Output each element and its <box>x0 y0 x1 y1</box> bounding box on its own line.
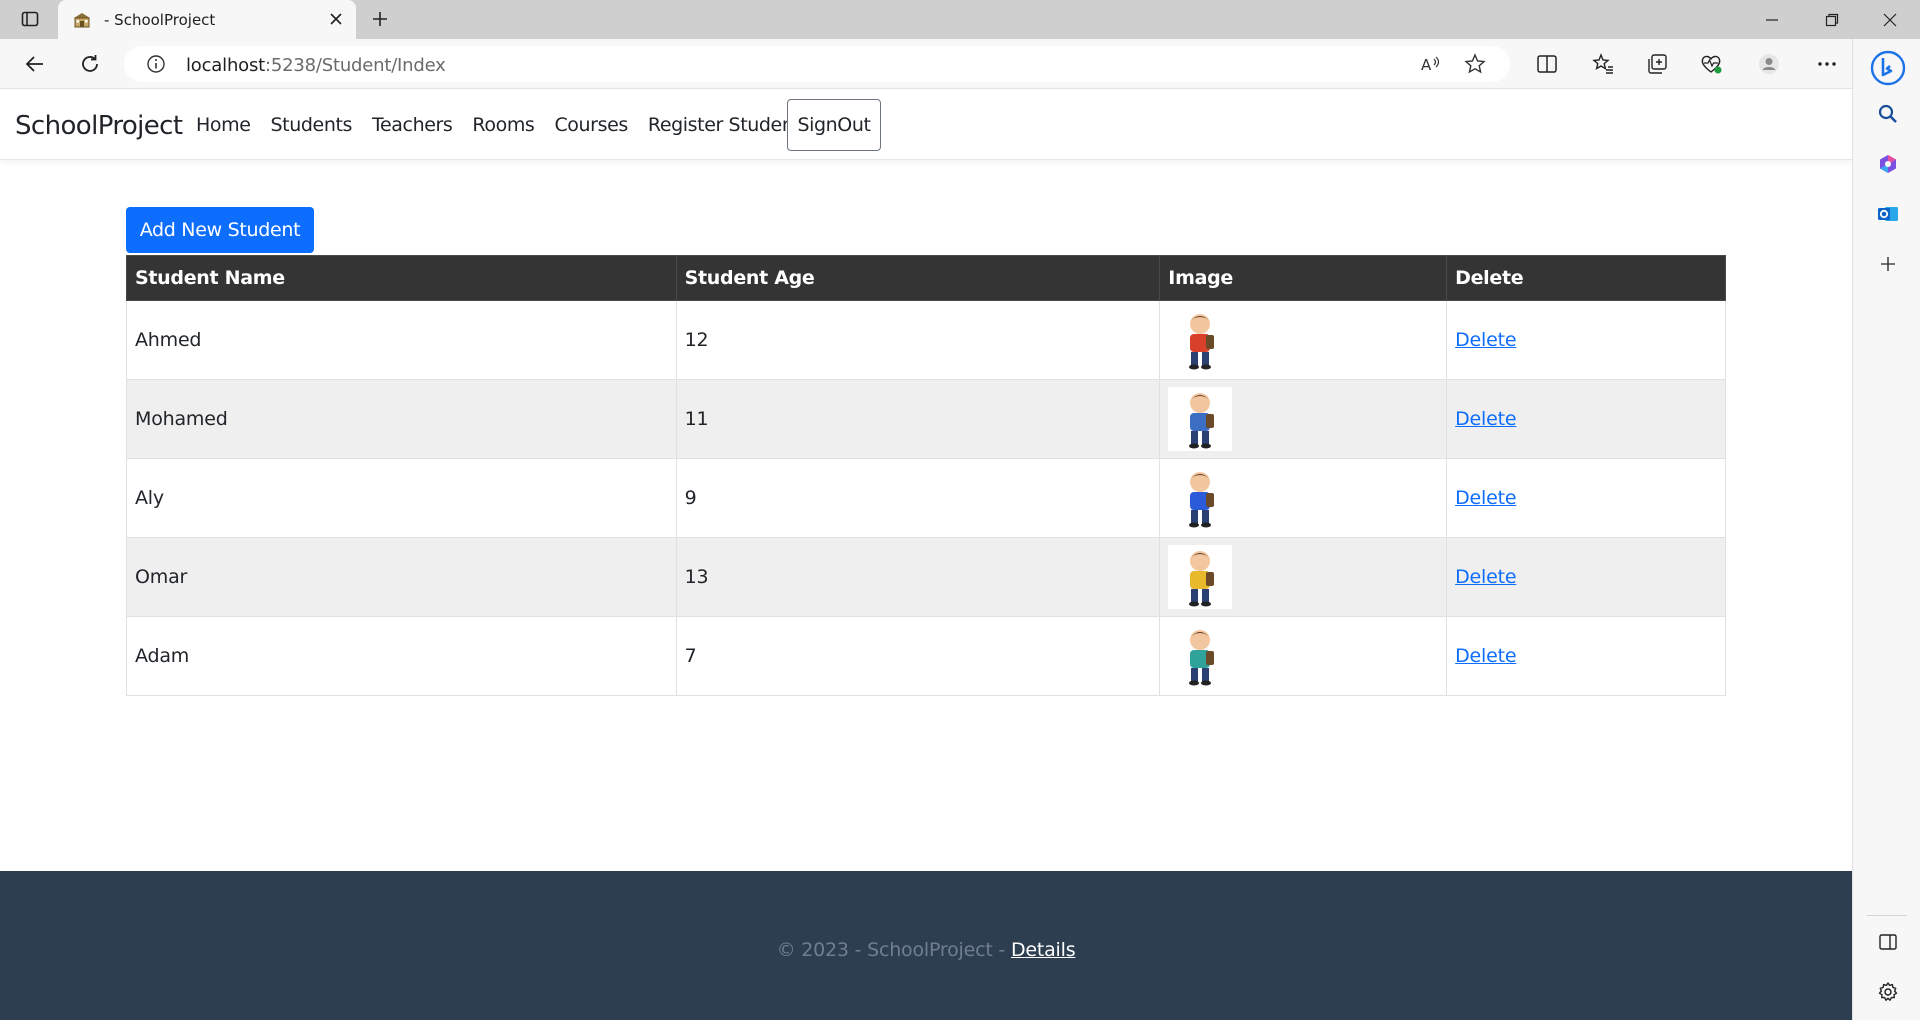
profile-avatar-icon[interactable] <box>1756 51 1782 77</box>
new-tab-icon[interactable] <box>368 7 392 31</box>
student-image-cell <box>1159 537 1448 617</box>
table-header-row: Student Name Student Age Image Delete <box>126 255 1726 301</box>
students-table: Student Name Student Age Image Delete Ah… <box>126 255 1726 696</box>
delete-cell: Delete <box>1446 537 1726 617</box>
student-image-cell <box>1159 300 1448 380</box>
browser-address-bar: localhost:5238/Student/Index A <box>0 39 1920 89</box>
nav-link-home[interactable]: Home <box>196 114 251 136</box>
table-row: Ahmed 12 Delete <box>126 300 1726 380</box>
close-tab-icon[interactable] <box>326 9 346 29</box>
student-avatar-image <box>1168 308 1233 372</box>
student-name-cell: Aly <box>126 458 677 538</box>
minimize-icon[interactable] <box>1744 0 1800 39</box>
site-navbar: SchoolProject Home Students Teachers Roo… <box>0 89 1852 160</box>
student-age-cell: 13 <box>675 537 1161 617</box>
student-avatar-image <box>1168 545 1233 609</box>
sidebar-divider <box>1867 915 1907 916</box>
student-image-cell <box>1159 616 1448 696</box>
browser-essentials-icon[interactable] <box>1698 51 1724 77</box>
table-row: Omar 13 Delete <box>126 537 1726 617</box>
student-age-cell: 9 <box>675 458 1161 538</box>
nav-links: Home Students Teachers Rooms Courses Reg… <box>196 114 821 136</box>
column-header-delete: Delete <box>1446 255 1726 301</box>
nav-link-courses[interactable]: Courses <box>554 114 628 136</box>
signout-button[interactable]: SignOut <box>787 99 881 151</box>
search-icon[interactable] <box>1875 101 1901 127</box>
browser-tab-bar: - SchoolProject <box>0 0 1920 39</box>
student-age-cell: 12 <box>675 300 1161 380</box>
browser-tab[interactable]: - SchoolProject <box>58 0 356 39</box>
school-favicon-icon <box>72 10 92 30</box>
column-header-student-name: Student Name <box>126 255 677 301</box>
back-icon[interactable] <box>22 51 48 77</box>
delete-cell: Delete <box>1446 458 1726 538</box>
footer-copyright: © 2023 - SchoolProject - <box>776 939 1011 961</box>
column-header-student-age: Student Age <box>675 255 1161 301</box>
favorites-icon[interactable] <box>1590 51 1616 77</box>
split-screen-icon[interactable] <box>1534 51 1560 77</box>
url-text: localhost:5238/Student/Index <box>186 55 446 76</box>
student-age-cell: 11 <box>675 379 1161 459</box>
svg-text:A: A <box>1421 56 1432 74</box>
add-new-student-button[interactable]: Add New Student <box>126 207 314 253</box>
delete-link[interactable]: Delete <box>1455 408 1516 430</box>
copilot-icon[interactable] <box>1869 49 1907 87</box>
tab-title: - SchoolProject <box>104 11 216 29</box>
student-age-cell: 7 <box>675 616 1161 696</box>
footer-text: © 2023 - SchoolProject - Details <box>0 939 1852 961</box>
delete-link[interactable]: Delete <box>1455 566 1516 588</box>
nav-link-register-student[interactable]: Register Student <box>648 114 801 136</box>
student-name-cell: Adam <box>126 616 677 696</box>
student-name-cell: Ahmed <box>126 300 677 380</box>
column-header-image: Image <box>1159 255 1448 301</box>
tab-actions-icon[interactable] <box>18 7 42 31</box>
nav-link-students[interactable]: Students <box>271 114 353 136</box>
close-window-icon[interactable] <box>1862 0 1918 39</box>
more-options-icon[interactable] <box>1814 51 1840 77</box>
read-aloud-icon[interactable]: A <box>1420 53 1442 75</box>
outlook-icon[interactable] <box>1875 201 1901 227</box>
student-avatar-image <box>1168 624 1233 688</box>
favorite-star-icon[interactable] <box>1464 53 1486 75</box>
site-info-icon[interactable] <box>146 54 166 74</box>
copilot-apps-icon[interactable] <box>1875 151 1901 177</box>
site-footer: © 2023 - SchoolProject - Details <box>0 871 1852 1020</box>
site-brand[interactable]: SchoolProject <box>15 111 183 141</box>
delete-link[interactable]: Delete <box>1455 645 1516 667</box>
student-name-cell: Omar <box>126 537 677 617</box>
delete-link[interactable]: Delete <box>1455 329 1516 351</box>
footer-details-link[interactable]: Details <box>1011 939 1076 961</box>
url-field[interactable]: localhost:5238/Student/Index A <box>124 46 1510 82</box>
student-avatar-image <box>1168 387 1233 451</box>
hide-sidebar-icon[interactable] <box>1875 929 1901 955</box>
delete-link[interactable]: Delete <box>1455 487 1516 509</box>
student-image-cell <box>1159 379 1448 459</box>
student-name-cell: Mohamed <box>126 379 677 459</box>
table-row: Adam 7 Delete <box>126 616 1726 696</box>
settings-gear-icon[interactable] <box>1875 979 1901 1005</box>
table-row: Aly 9 Delete <box>126 458 1726 538</box>
nav-link-teachers[interactable]: Teachers <box>372 114 453 136</box>
web-page: SchoolProject Home Students Teachers Roo… <box>0 89 1852 1020</box>
student-avatar-image <box>1168 466 1233 530</box>
restore-icon[interactable] <box>1804 0 1860 39</box>
delete-cell: Delete <box>1446 300 1726 380</box>
edge-sidebar <box>1852 39 1920 1020</box>
nav-link-rooms[interactable]: Rooms <box>472 114 534 136</box>
delete-cell: Delete <box>1446 616 1726 696</box>
student-image-cell <box>1159 458 1448 538</box>
collections-icon[interactable] <box>1644 51 1670 77</box>
refresh-icon[interactable] <box>77 51 103 77</box>
add-sidebar-app-icon[interactable] <box>1875 251 1901 277</box>
delete-cell: Delete <box>1446 379 1726 459</box>
table-row: Mohamed 11 Delete <box>126 379 1726 459</box>
